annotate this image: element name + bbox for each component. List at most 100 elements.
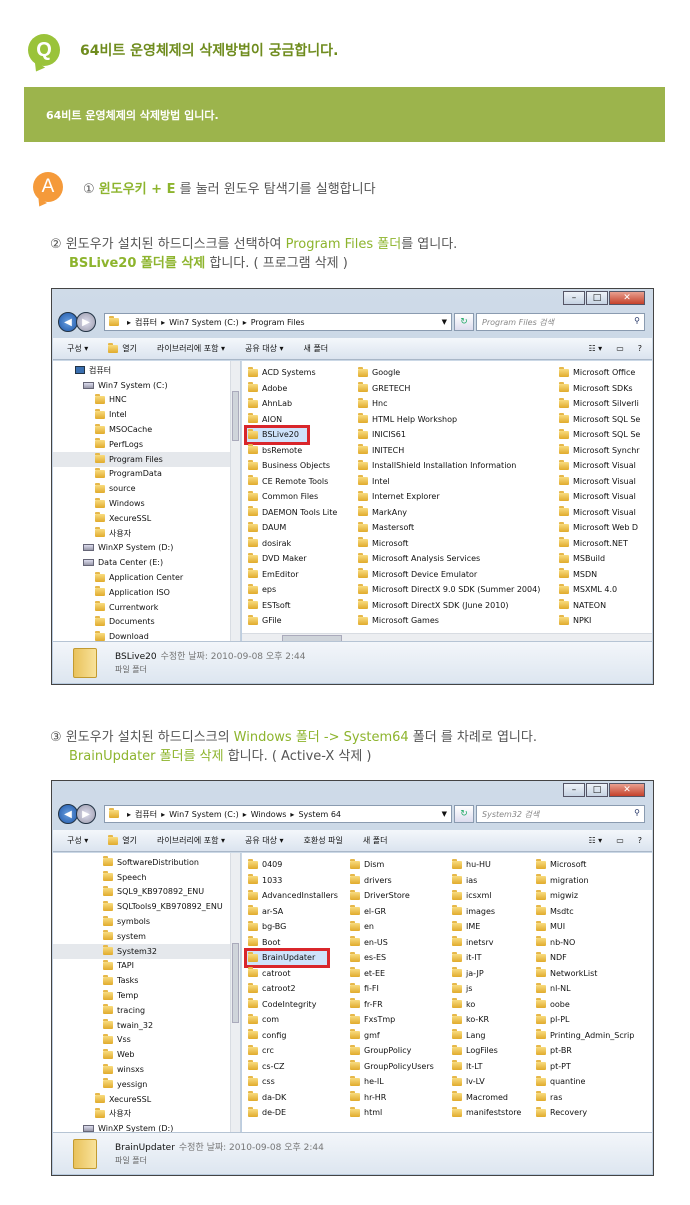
folder-item[interactable]: AION [246,412,337,428]
close-button[interactable]: ✕ [609,291,645,305]
maximize-button[interactable]: □ [586,783,608,797]
refresh-button[interactable]: ↻ [454,805,474,823]
folder-item[interactable]: html [348,1105,434,1121]
tree-item[interactable]: winsxs [53,1062,240,1077]
folder-item[interactable]: en [348,919,434,935]
address-dropdown-icon[interactable]: ▼ [442,810,451,818]
tree-item[interactable]: SQL9_KB970892_ENU [53,885,240,900]
folder-item[interactable]: IME [450,919,521,935]
tree-item[interactable]: SQLTools9_KB970892_ENU [53,899,240,914]
view-options-icon[interactable]: ☷ ▾ [588,344,602,353]
minimize-button[interactable]: – [563,291,585,305]
folder-item[interactable]: CodeIntegrity [246,997,338,1013]
folder-item[interactable]: Microsoft Visual [557,489,640,505]
preview-pane-icon[interactable]: ▭ [616,836,624,845]
address-dropdown-icon[interactable]: ▼ [442,318,451,326]
tree-item[interactable]: Application ISO [53,585,240,600]
folder-item[interactable]: migwiz [534,888,634,904]
preview-pane-icon[interactable]: ▭ [616,344,624,353]
folder-item[interactable]: nb-NO [534,935,634,951]
folder-item[interactable]: el-GR [348,904,434,920]
folder-item[interactable]: DVD Maker [246,551,337,567]
address-segment[interactable]: Windows [251,810,287,819]
toolbar-button[interactable]: 새 폴더 [304,343,329,354]
folder-item[interactable]: fr-FR [348,997,434,1013]
tree-item[interactable]: Speech [53,870,240,885]
toolbar-button[interactable]: 구성 ▾ [67,343,88,354]
tree-item[interactable]: tracing [53,1003,240,1018]
tree-item[interactable]: PerfLogs [53,437,240,452]
folder-item[interactable]: manifeststore [450,1105,521,1121]
folder-item[interactable]: EmEditor [246,567,337,583]
folder-item[interactable]: he-IL [348,1074,434,1090]
folder-item[interactable]: ias [450,873,521,889]
address-segment[interactable]: Win7 System (C:) [169,810,239,819]
folder-item[interactable]: js [450,981,521,997]
close-button[interactable]: ✕ [609,783,645,797]
folder-item[interactable]: pt-PT [534,1059,634,1075]
tree-item[interactable]: system [53,929,240,944]
folder-item[interactable]: ras [534,1090,634,1106]
folder-item[interactable]: inetsrv [450,935,521,951]
folder-item[interactable]: Microsoft Visual [557,458,640,474]
toolbar-button[interactable]: 공유 대상 ▾ [245,343,284,354]
folder-item[interactable]: catroot [246,966,338,982]
minimize-button[interactable]: – [563,783,585,797]
folder-item[interactable]: MUI [534,919,634,935]
folder-item[interactable]: Microsoft SDKs [557,381,640,397]
folder-item[interactable]: ESTsoft [246,598,337,614]
toolbar-button[interactable]: 라이브러리에 포함 ▾ [157,343,225,354]
folder-item[interactable]: NetworkList [534,966,634,982]
address-segment[interactable]: System 64 [298,810,341,819]
folder-item[interactable]: lt-LT [450,1059,521,1075]
tree-item[interactable]: Documents [53,615,240,630]
folder-item[interactable]: Adobe [246,381,337,397]
folder-item[interactable]: Boot [246,935,338,951]
tree-item[interactable]: Windows [53,496,240,511]
tree-item[interactable]: twain_32 [53,1018,240,1033]
folder-item[interactable]: config [246,1028,338,1044]
folder-item[interactable]: Mastersoft [356,520,540,536]
tree-scrollbar[interactable] [230,361,240,643]
folder-item[interactable]: Dism [348,857,434,873]
forward-button[interactable]: ▶ [76,804,96,824]
search-input[interactable]: System32 검색 ⚲ [476,805,645,823]
folder-item[interactable]: catroot2 [246,981,338,997]
folder-item[interactable]: InstallShield Installation Information [356,458,540,474]
tree-item[interactable]: TAPI [53,959,240,974]
search-input[interactable]: Program Files 검색 ⚲ [476,313,645,331]
tree-item[interactable]: System32 [53,943,240,959]
folder-item[interactable]: fi-FI [348,981,434,997]
folder-item[interactable]: GroupPolicy [348,1043,434,1059]
help-icon[interactable]: ? [638,836,642,845]
folder-item[interactable]: Internet Explorer [356,489,540,505]
tree-item[interactable]: Win7 System (C:) [53,378,240,393]
folder-item[interactable]: dosirak [246,536,337,552]
tree-item[interactable]: 사용자 [53,526,240,541]
folder-item[interactable]: MSDN [557,567,640,583]
folder-item[interactable]: DriverStore [348,888,434,904]
address-segment[interactable]: Program Files [251,318,305,327]
folder-item[interactable]: Microsoft Visual [557,474,640,490]
folder-item[interactable]: ko [450,997,521,1013]
folder-item[interactable]: NDF [534,950,634,966]
folder-item[interactable]: INICIS61 [356,427,540,443]
forward-button[interactable]: ▶ [76,312,96,332]
folder-item[interactable]: Printing_Admin_Scrip [534,1028,634,1044]
folder-item[interactable]: lv-LV [450,1074,521,1090]
address-bar[interactable]: ▸ 컴퓨터 ▸ Win7 System (C:) ▸ Windows ▸ System 64 ▼ [104,805,452,823]
toolbar-button[interactable]: 새 폴더 [363,835,388,846]
tree-item[interactable]: Data Center (E:) [53,555,240,570]
address-bar[interactable]: ▸ 컴퓨터 ▸ Win7 System (C:) ▸ Program Files ▼ [104,313,452,331]
toolbar-button[interactable]: 구성 ▾ [67,835,88,846]
folder-item[interactable]: Microsoft SQL Se [557,427,640,443]
folder-item[interactable]: Common Files [246,489,337,505]
folder-item[interactable]: Microsoft [356,536,540,552]
folder-item[interactable]: Microsoft Analysis Services [356,551,540,567]
folder-item[interactable]: ACD Systems [246,365,337,381]
folder-item[interactable]: eps [246,582,337,598]
folder-item[interactable]: 0409 [246,857,338,873]
folder-item[interactable]: gmf [348,1028,434,1044]
folder-item[interactable]: Microsoft Synchr [557,443,640,459]
folder-item[interactable]: BrainUpdater [244,948,330,968]
